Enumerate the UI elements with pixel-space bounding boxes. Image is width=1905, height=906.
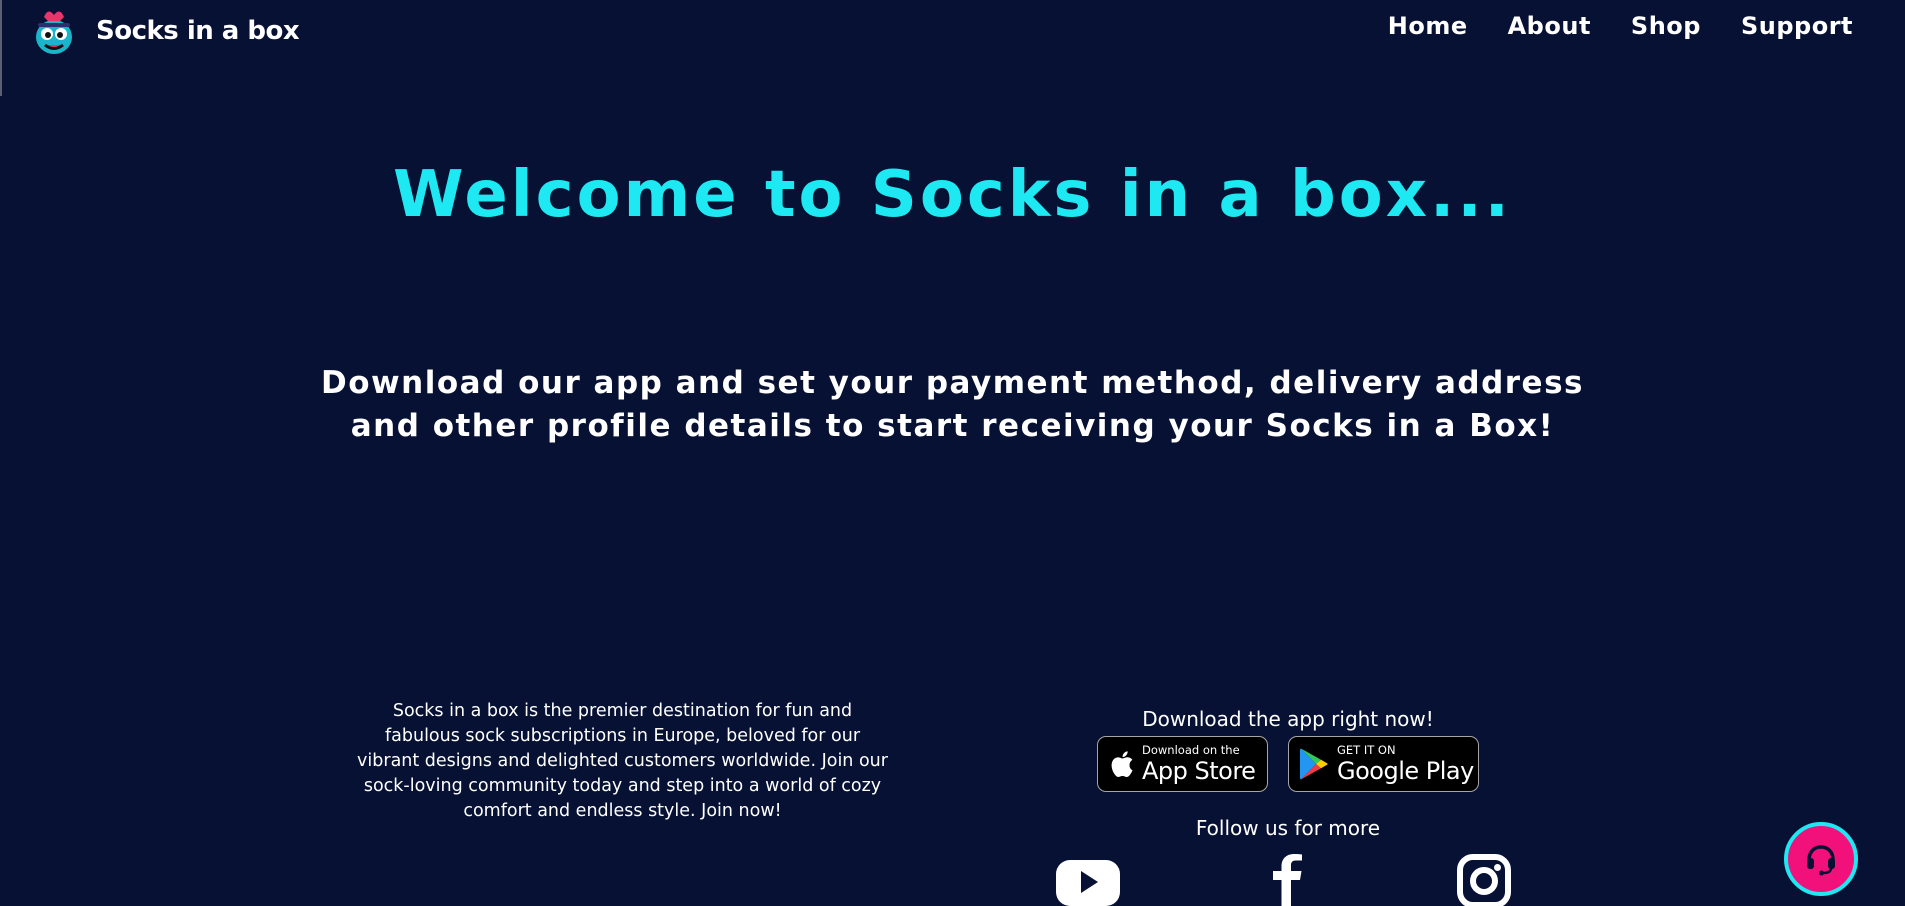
google-play-big-label: Google Play [1337,756,1474,785]
google-play-small-label: GET IT ON [1337,743,1396,758]
brand-name: Socks in a box [96,16,300,46]
app-store-big-label: App Store [1142,756,1256,785]
google-play-icon [1300,748,1328,780]
app-store-small-label: Download on the [1142,743,1240,758]
google-play-badge[interactable]: GET IT ON Google Play [1288,736,1479,792]
headset-icon [1807,845,1835,876]
facebook-icon[interactable] [1265,854,1305,906]
sock-mascot-logo-icon [36,11,72,54]
follow-title: Follow us for more [1195,816,1381,840]
brand-home-link[interactable]: Socks in a box [30,4,300,58]
main-nav: Home About Shop Support [1388,12,1853,40]
page: Socks in a box Home About Shop Support W… [0,0,1905,906]
hero-title: Welcome to Socks in a box... [393,158,1512,232]
app-store-text: Download on the App Store [1142,743,1256,785]
hero-subtitle: Download our app and set your payment me… [321,365,1584,444]
site-header: Socks in a box Home About Shop Support [0,0,1905,62]
app-store-badge[interactable]: Download on the App Store [1097,736,1268,792]
google-play-text: GET IT ON Google Play [1337,745,1474,783]
youtube-icon[interactable] [1056,854,1120,906]
nav-shop[interactable]: Shop [1631,12,1701,40]
about-text: Socks in a box is the premier destinatio… [357,701,888,821]
nav-home[interactable]: Home [1388,12,1468,40]
nav-about[interactable]: About [1508,12,1591,40]
instagram-icon[interactable] [1457,854,1511,906]
apple-icon [1111,751,1133,778]
nav-support[interactable]: Support [1741,12,1853,40]
download-title: Download the app right now! [1142,707,1434,731]
support-chat-button[interactable] [1784,822,1858,896]
